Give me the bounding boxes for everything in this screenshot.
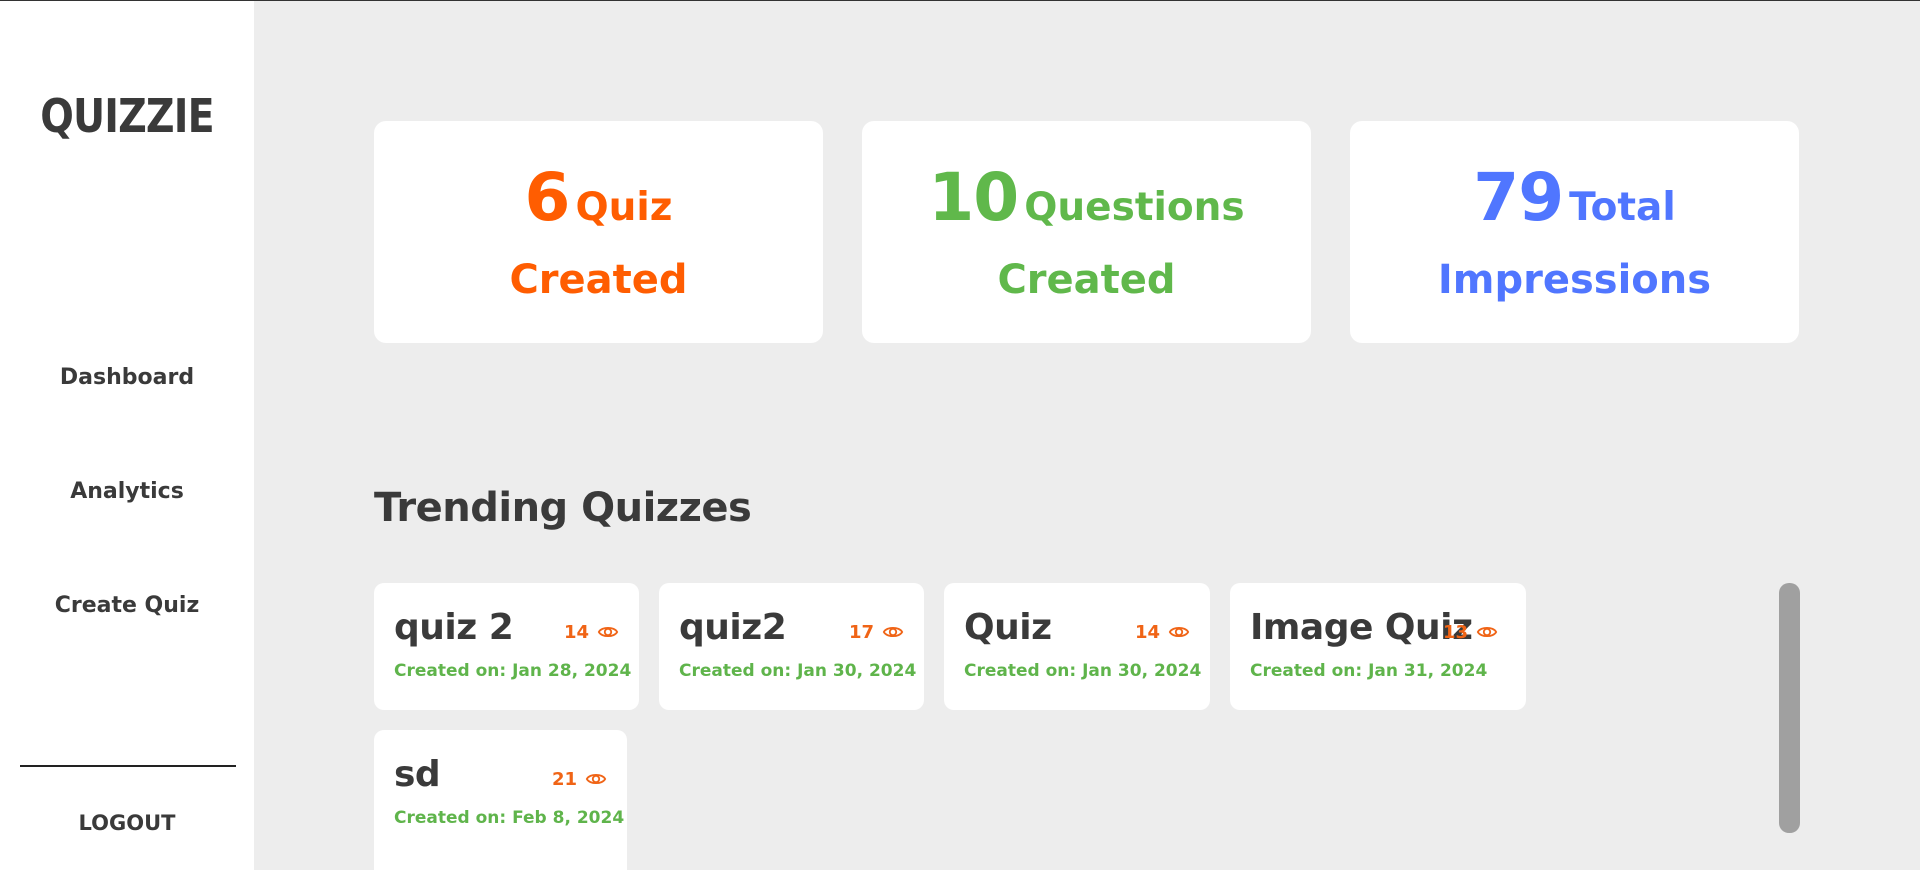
- stat-card-quiz-created: 6 Quiz Created: [374, 121, 823, 343]
- views-count: 21: [551, 768, 577, 790]
- views-count: 14: [1134, 621, 1160, 643]
- stat-card-questions-created: 10 Questions Created: [862, 121, 1311, 343]
- quiz-card[interactable]: quiz 2 14 Created on: Jan 28, 2024: [374, 583, 639, 710]
- sidebar-item-dashboard[interactable]: Dashboard: [0, 365, 254, 390]
- stat-headline: 6 Quiz: [374, 159, 823, 236]
- logout-button[interactable]: LOGOUT: [0, 811, 254, 835]
- app-logo: QUIZZIE: [40, 89, 214, 143]
- top-border: [0, 0, 1920, 1]
- sidebar: QUIZZIE Dashboard Analytics Create Quiz …: [0, 1, 254, 870]
- quiz-name: quiz 2: [394, 607, 514, 648]
- quiz-created-date: Created on: Jan 28, 2024: [394, 661, 632, 681]
- quiz-name: Image Quiz: [1250, 607, 1473, 648]
- eye-icon: [1168, 626, 1190, 638]
- quiz-card[interactable]: quiz2 17 Created on: Jan 30, 2024: [659, 583, 924, 710]
- quiz-views: 14: [1135, 621, 1190, 643]
- stat-headline: 79 Total: [1350, 159, 1799, 236]
- quiz-card[interactable]: sd 21 Created on: Feb 8, 2024: [374, 730, 627, 870]
- eye-icon: [882, 626, 904, 638]
- quiz-created-date: Created on: Jan 30, 2024: [679, 661, 917, 681]
- sidebar-divider: [20, 765, 236, 767]
- quiz-name: sd: [394, 754, 441, 795]
- quiz-views: 21: [552, 768, 607, 790]
- quiz-created-date: Created on: Jan 30, 2024: [964, 661, 1202, 681]
- trending-quizzes-title: Trending Quizzes: [374, 485, 752, 531]
- quiz-created-date: Created on: Jan 31, 2024: [1250, 661, 1488, 681]
- views-count: 14: [563, 621, 589, 643]
- stat-caption: Impressions: [1437, 257, 1712, 303]
- stat-caption: Created: [997, 257, 1176, 303]
- eye-icon: [1476, 626, 1498, 638]
- stat-headline: 10 Questions: [862, 159, 1311, 236]
- views-count: 17: [848, 621, 874, 643]
- quiz-created-date: Created on: Feb 8, 2024: [394, 808, 625, 828]
- eye-icon: [597, 626, 619, 638]
- stat-number: 10: [928, 159, 1019, 236]
- trending-scrollbar[interactable]: [1779, 583, 1800, 833]
- stat-number: 6: [524, 159, 571, 236]
- quiz-name: Quiz: [964, 607, 1052, 648]
- views-count: 13: [1442, 621, 1468, 643]
- stat-word: Questions: [1024, 185, 1245, 230]
- stat-word: Total: [1569, 185, 1676, 230]
- quiz-card[interactable]: Image Quiz 13 Created on: Jan 31, 2024: [1230, 583, 1526, 710]
- stat-word: Quiz: [575, 185, 673, 230]
- stat-card-total-impressions: 79 Total Impressions: [1350, 121, 1799, 343]
- eye-icon: [585, 773, 607, 785]
- stat-caption: Created: [509, 257, 688, 303]
- sidebar-item-analytics[interactable]: Analytics: [0, 479, 254, 504]
- quiz-views: 14: [564, 621, 619, 643]
- quiz-views: 17: [849, 621, 904, 643]
- quiz-card[interactable]: Quiz 14 Created on: Jan 30, 2024: [944, 583, 1210, 710]
- quiz-name: quiz2: [679, 607, 787, 648]
- stat-number: 79: [1473, 159, 1564, 236]
- sidebar-item-create-quiz[interactable]: Create Quiz: [0, 593, 254, 618]
- quiz-views: 13: [1443, 621, 1498, 643]
